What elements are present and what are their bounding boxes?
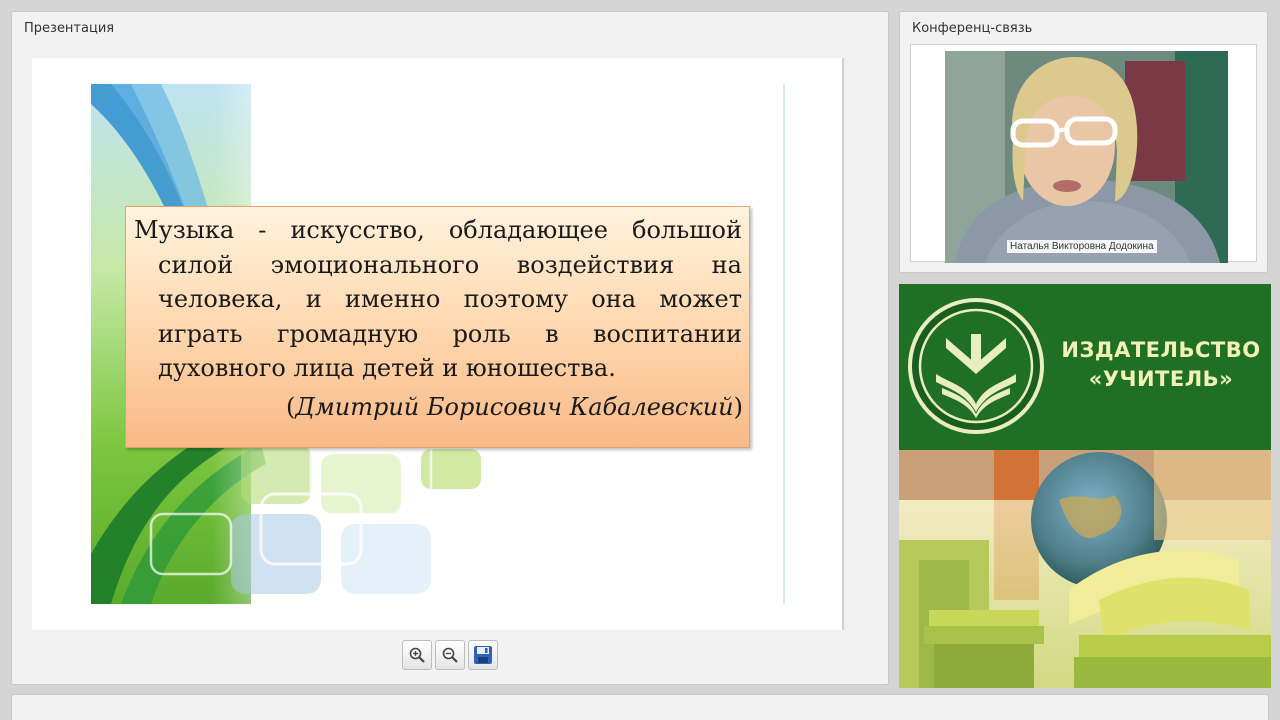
- video-container: Наталья Викторовна Додокина: [910, 44, 1257, 263]
- quote-line: человека, и именно поэтому она может: [158, 285, 742, 313]
- slide: Музыка - искусство, обладающее большой с…: [91, 84, 785, 604]
- quote-box: Музыка - искусство, обладающее большой с…: [125, 206, 750, 448]
- publisher-logo-icon: [908, 298, 1044, 434]
- floppy-disk-icon: [474, 646, 492, 664]
- banner-text: ИЗДАТЕЛЬСТВО «УЧИТЕЛЬ»: [1056, 336, 1266, 394]
- quote-line: духовного лица детей и юношества.: [158, 354, 616, 382]
- participant-video[interactable]: Наталья Викторовна Додокина: [945, 51, 1228, 263]
- zoom-out-icon: [442, 647, 458, 663]
- publisher-banner[interactable]: ИЗДАТЕЛЬСТВО «УЧИТЕЛЬ»: [899, 284, 1271, 688]
- participant-name-tag: Наталья Викторовна Додокина: [1007, 240, 1157, 253]
- banner-books-image: [899, 450, 1271, 688]
- zoom-out-button[interactable]: [435, 640, 465, 670]
- conference-panel-title: Конференц-связь: [912, 21, 1033, 36]
- presentation-panel-title: Презентация: [24, 21, 115, 36]
- quote-author-open: (: [285, 393, 296, 421]
- slide-edge-line: [783, 84, 785, 604]
- quote-line: Музыка - искусство, обладающее большой: [134, 216, 742, 244]
- zoom-in-button[interactable]: [402, 640, 432, 670]
- quote-text: Музыка - искусство, обладающее большой с…: [134, 213, 742, 386]
- quote-author-name: Дмитрий Борисович Кабалевский: [295, 393, 734, 421]
- zoom-in-icon: [409, 647, 425, 663]
- save-button[interactable]: [468, 640, 498, 670]
- presentation-panel: Презентация Музыка - искусство, обладающ…: [11, 11, 889, 685]
- participant-video-frame: [945, 51, 1228, 263]
- slide-viewport[interactable]: Музыка - искусство, обладающее большой с…: [32, 58, 844, 630]
- presentation-toolbar: [402, 640, 498, 670]
- banner-top: ИЗДАТЕЛЬСТВО «УЧИТЕЛЬ»: [899, 284, 1271, 450]
- banner-line2: «УЧИТЕЛЬ»: [1088, 367, 1234, 391]
- quote-line: силой эмоционального воздействия на: [158, 250, 742, 279]
- banner-line1: ИЗДАТЕЛЬСТВО: [1061, 338, 1261, 362]
- books-globe-image: [899, 450, 1271, 688]
- quote-author: (Дмитрий Борисович Кабалевский): [286, 393, 743, 421]
- quote-line: играть громадную роль в воспитании: [158, 319, 742, 348]
- bottom-panel: [11, 694, 1269, 720]
- conference-panel: Конференц-связь Наталья Викторовна Додок…: [899, 11, 1268, 273]
- quote-author-close: ): [733, 393, 743, 421]
